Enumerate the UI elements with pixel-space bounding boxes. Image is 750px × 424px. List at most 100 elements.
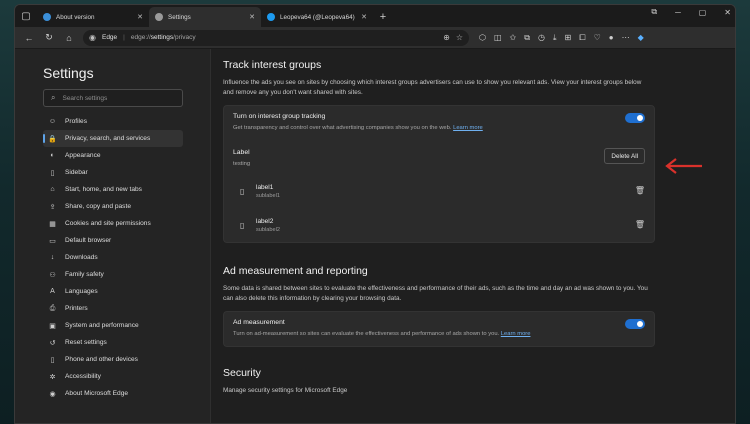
sidebar-item-label: Languages [65, 288, 98, 295]
search-input[interactable] [62, 94, 173, 102]
reset-icon: ↺ [49, 339, 56, 347]
sidebar-item-start-home-and-new-tabs[interactable]: ⌂ Start, home, and new tabs [43, 181, 183, 198]
search-box[interactable]: ⌕ [43, 89, 183, 107]
copilot-icon[interactable]: ◆ [638, 33, 644, 42]
sidebar-item-about-microsoft-edge[interactable]: ◉ About Microsoft Edge [43, 385, 183, 402]
sidebar-item-downloads[interactable]: ↓ Downloads [43, 249, 183, 266]
refresh-icon[interactable]: ↻ [39, 29, 59, 47]
row-title: Turn on interest group tracking [233, 113, 326, 120]
sidebar-item-sidebar[interactable]: ▯ Sidebar [43, 164, 183, 181]
sidebar-item-share-copy-and-paste[interactable]: ⇪ Share, copy and paste [43, 198, 183, 215]
learn-more-link[interactable]: Learn more [453, 125, 483, 131]
history-icon[interactable]: ◷ [538, 33, 545, 42]
tab-strip: ▢ About version ✕ Settings ✕ Leopeva64 (… [15, 5, 735, 27]
toolbar: ← ↻ ⌂ ◉ Edge | edge://settings/privacy ⊕… [15, 27, 735, 49]
split-screen-icon[interactable]: ◫ [494, 33, 502, 42]
minimize-icon[interactable]: ─ [675, 8, 681, 17]
tab-about-version[interactable]: About version ✕ [37, 7, 149, 27]
downloads-icon[interactable]: ⤓ [553, 33, 557, 43]
sidebar-item-label: Sidebar [65, 169, 88, 176]
maximize-icon[interactable]: ▢ [699, 8, 707, 17]
tab-actions-icon[interactable]: ▢ [15, 5, 37, 27]
screenshot-icon[interactable]: ⧠ [579, 33, 585, 43]
system-icon: ▣ [49, 322, 56, 330]
annotation-arrow-icon [665, 158, 702, 174]
label-name: label2 [256, 217, 274, 225]
sidebar-item-label: Cookies and site permissions [65, 220, 151, 227]
sidebar-item-cookies-and-site-permissions[interactable]: ▦ Cookies and site permissions [43, 215, 183, 232]
site-name: Edge [101, 34, 118, 41]
main-content: Track interest groups Influence the ads … [211, 49, 735, 423]
delete-all-button[interactable]: Delete All [604, 148, 645, 164]
trash-icon[interactable]: 🗑 [635, 186, 645, 195]
twitter-icon [267, 13, 275, 21]
trash-icon[interactable]: 🗑 [635, 220, 645, 229]
sidebar-item-reset-settings[interactable]: ↺ Reset settings [43, 334, 183, 351]
address-bar[interactable]: ◉ Edge | edge://settings/privacy ⊕ ☆ [83, 29, 469, 46]
sidebar-item-accessibility[interactable]: ✲ Accessibility [43, 368, 183, 385]
browser-icon: ▭ [49, 237, 56, 245]
extensions-icon[interactable]: ⬡ [479, 33, 486, 42]
section-description: Some data is shared between sites to eva… [223, 285, 648, 302]
home-icon[interactable]: ⌂ [59, 29, 79, 47]
tab-settings[interactable]: Settings ✕ [149, 7, 261, 27]
family-icon: ⚇ [49, 271, 56, 279]
ad-measurement-row: Ad measurement Turn on ad-measurement so… [224, 312, 654, 346]
label-header-row: Label testing Delete All [224, 142, 654, 174]
window-controls: ⧉ ─ ▢ ✕ [651, 7, 731, 17]
collections-icon[interactable]: ⧉ [524, 33, 530, 43]
back-icon[interactable]: ← [19, 29, 39, 47]
ad-measurement-toggle[interactable] [625, 319, 645, 329]
sidebar-item-privacy-search-and-services[interactable]: 🔒 Privacy, search, and services [43, 130, 183, 147]
tab-title: Leopeva64 (@Leopeva64) / Twitt [280, 13, 356, 21]
sidebar-nav: ☺ Profiles 🔒 Privacy, search, and services ◐… [43, 113, 210, 402]
sidebar-item-default-browser[interactable]: ▭ Default browser [43, 232, 183, 249]
sidebar-item-system-and-performance[interactable]: ▣ System and performance [43, 317, 183, 334]
tab-twitter[interactable]: Leopeva64 (@Leopeva64) / Twitt ✕ [261, 7, 373, 27]
mini-menu-icon[interactable]: ⧉ [651, 7, 657, 17]
interest-group-toggle[interactable] [625, 113, 645, 123]
sidebar-item-printers[interactable]: ⎙ Printers [43, 300, 183, 317]
label-sub: sublabel2 [256, 226, 280, 233]
close-tab-icon[interactable]: ✕ [137, 13, 143, 21]
section-heading-ad-measurement: Ad measurement and reporting [223, 265, 368, 277]
zoom-icon[interactable]: ⊕ [443, 33, 450, 42]
section-heading-interest-groups: Track interest groups [223, 59, 322, 71]
label-sub: sublabel1 [256, 192, 280, 199]
profile-avatar-icon[interactable]: ● [609, 33, 614, 42]
new-tab-button[interactable]: + [373, 7, 393, 27]
document-icon: ▯ [240, 186, 245, 196]
url-text: edge://settings/privacy [130, 34, 196, 41]
list-item: ▯ label2 sublabel2 🗑 [224, 208, 654, 242]
more-icon[interactable]: ⋯ [622, 33, 630, 42]
sidebar-item-family-safety[interactable]: ⚇ Family safety [43, 266, 183, 283]
divider: | [123, 34, 125, 41]
sidebar-item-phone-and-other-devices[interactable]: ▯ Phone and other devices [43, 351, 183, 368]
sidebar-item-appearance[interactable]: ◐ Appearance [43, 147, 183, 164]
section-heading-security: Security [223, 367, 261, 379]
list-item: ▯ label1 sublabel1 🗑 [224, 174, 654, 208]
accessibility-icon: ✲ [49, 373, 56, 381]
sidebar-item-label: About Microsoft Edge [65, 390, 129, 397]
close-window-icon[interactable]: ✕ [724, 8, 731, 17]
edge-logo-icon: ◉ [89, 33, 96, 42]
sidebar-icon: ▯ [50, 169, 55, 177]
sidebar-item-label: Printers [65, 305, 88, 312]
favorite-star-icon[interactable]: ☆ [456, 33, 463, 42]
tab-title: About version [56, 13, 95, 21]
close-tab-icon[interactable]: ✕ [361, 13, 367, 21]
performance-icon[interactable]: ♡ [594, 33, 601, 42]
favorites-icon[interactable]: ✩ [510, 33, 517, 42]
close-tab-icon[interactable]: ✕ [249, 13, 255, 21]
row-subtitle: Get transparency and control over what a… [233, 125, 483, 131]
row-title: Ad measurement [233, 319, 285, 326]
sidebar-item-languages[interactable]: A Languages [43, 283, 183, 300]
home-icon: ⌂ [50, 186, 55, 193]
appearance-icon: ◐ [50, 152, 55, 159]
search-icon: ⌕ [51, 93, 56, 102]
sidebar-item-profiles[interactable]: ☺ Profiles [43, 113, 183, 130]
page-title: Settings [43, 65, 94, 81]
learn-more-link[interactable]: Learn more [501, 331, 531, 337]
phone-icon: ▯ [50, 356, 55, 364]
apps-icon[interactable]: ⊞ [565, 33, 572, 42]
